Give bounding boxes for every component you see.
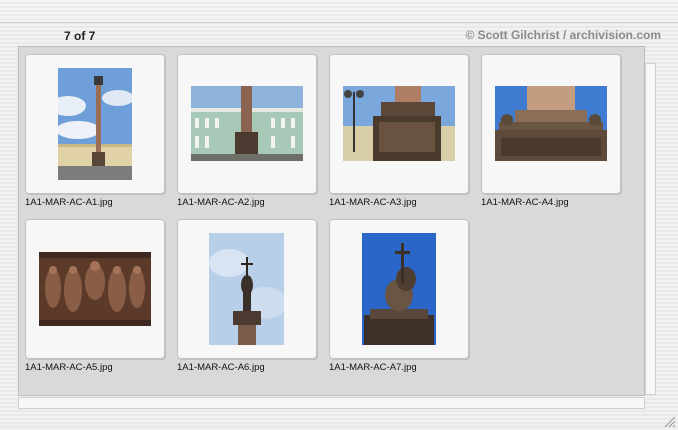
- vertical-scrollbar[interactable]: [645, 63, 656, 395]
- thumbnail-item[interactable]: 1A1-MAR-AC-A2.jpg: [177, 54, 317, 214]
- alexander-column-full-photo-icon[interactable]: [58, 68, 132, 180]
- thumbnail-filename: 1A1-MAR-AC-A6.jpg: [177, 362, 265, 373]
- thumbnail-filename: 1A1-MAR-AC-A3.jpg: [329, 197, 417, 208]
- column-with-winter-palace-photo-icon[interactable]: [191, 86, 303, 161]
- copyright-credit: © Scott Gilchrist / archivision.com: [465, 28, 661, 42]
- thumbnail-item[interactable]: 1A1-MAR-AC-A5.jpg: [25, 219, 165, 379]
- image-count: 7 of 7: [64, 29, 96, 43]
- angel-statue-top-photo-icon[interactable]: [209, 233, 284, 345]
- thumbnail-filename: 1A1-MAR-AC-A5.jpg: [25, 362, 113, 373]
- column-pedestal-with-lamp-photo-icon[interactable]: [343, 86, 455, 161]
- angel-statue-closeup-photo-icon[interactable]: [362, 233, 436, 345]
- thumbnail-item[interactable]: 1A1-MAR-AC-A6.jpg: [177, 219, 317, 379]
- resize-grip-icon[interactable]: [663, 415, 675, 427]
- window-toolbar: [0, 0, 678, 23]
- thumbnail-filename: 1A1-MAR-AC-A4.jpg: [481, 197, 569, 208]
- thumbnail-item[interactable]: 1A1-MAR-AC-A4.jpg: [481, 54, 621, 214]
- thumbnail-filename: 1A1-MAR-AC-A7.jpg: [329, 362, 417, 373]
- column-base-detail-photo-icon[interactable]: [495, 86, 607, 161]
- thumbnail-filename: 1A1-MAR-AC-A2.jpg: [177, 197, 265, 208]
- bronze-relief-panel-photo-icon[interactable]: [39, 252, 151, 326]
- thumbnail-item[interactable]: 1A1-MAR-AC-A1.jpg: [25, 54, 165, 214]
- thumbnail-item[interactable]: 1A1-MAR-AC-A3.jpg: [329, 54, 469, 214]
- thumbnail-item[interactable]: 1A1-MAR-AC-A7.jpg: [329, 219, 469, 379]
- horizontal-scrollbar[interactable]: [18, 397, 645, 409]
- thumbnail-filename: 1A1-MAR-AC-A1.jpg: [25, 197, 113, 208]
